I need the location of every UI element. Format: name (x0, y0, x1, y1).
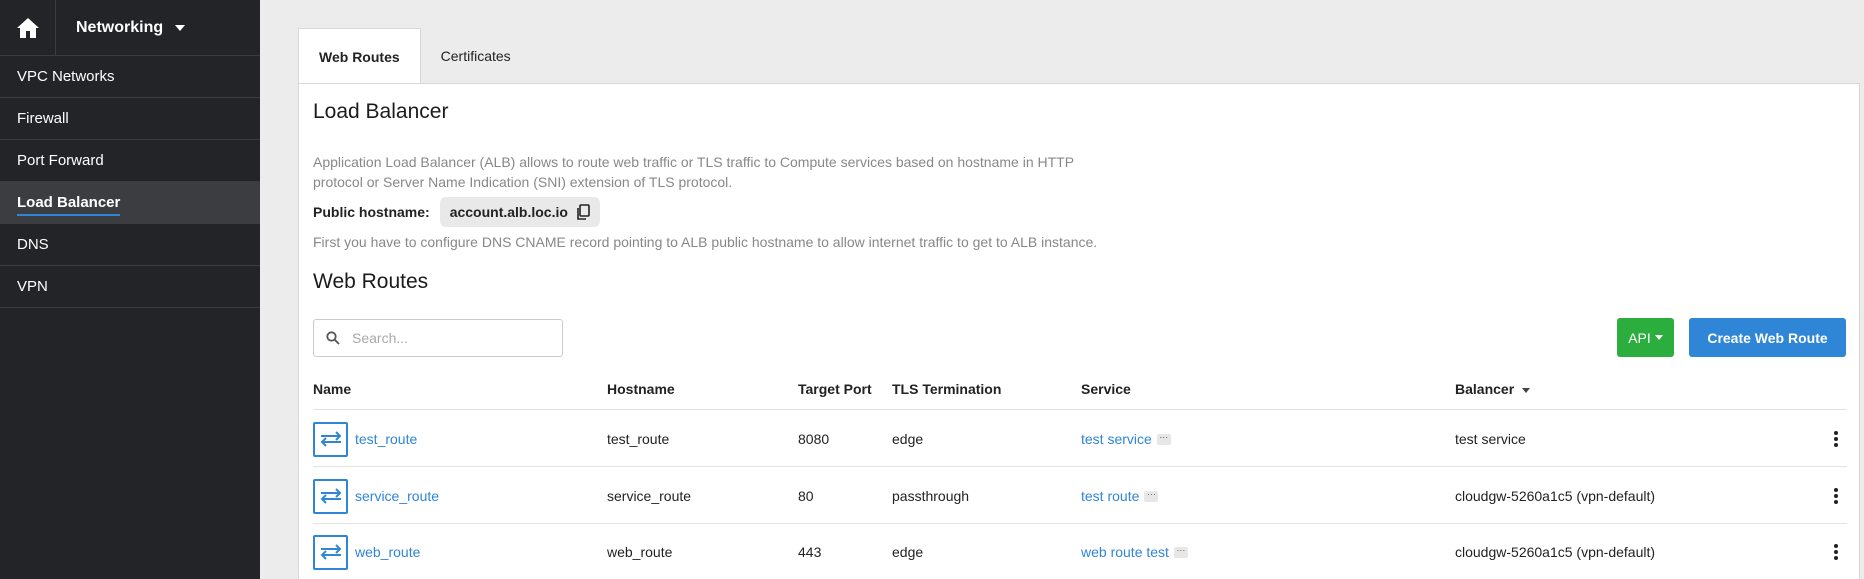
api-dropdown-button[interactable]: API (1617, 318, 1674, 357)
sidebar-item-firewall[interactable]: Firewall (0, 98, 260, 140)
search-box (313, 319, 563, 357)
more-services-chip[interactable]: ··· (1156, 432, 1171, 445)
sidebar-item-load-balancer[interactable]: Load Balancer (0, 182, 260, 224)
more-services-chip[interactable]: ··· (1144, 489, 1159, 502)
sidebar-item-label: VPC Networks (17, 68, 115, 85)
search-input[interactable] (352, 330, 542, 346)
route-name-link[interactable]: service_route (355, 488, 439, 504)
public-hostname-value: account.alb.loc.io (449, 204, 568, 220)
sidebar-item-dns[interactable]: DNS (0, 224, 260, 266)
home-button[interactable] (0, 0, 56, 56)
tls-termination-cell: edge (892, 544, 924, 560)
hostname-cell: web_route (607, 544, 673, 560)
route-name-link[interactable]: web_route (355, 544, 420, 560)
service-cell: web route test ··· (1081, 524, 1188, 579)
sort-desc-icon (1522, 387, 1531, 393)
sidebar-item-label: Firewall (17, 110, 69, 127)
tab-web-routes[interactable]: Web Routes (298, 28, 421, 84)
table-header: Name Hostname Target Port TLS Terminatio… (313, 368, 1847, 410)
row-actions-kebab-icon[interactable] (1829, 468, 1843, 524)
service-cell: test route ··· (1081, 468, 1159, 524)
service-cell: test service ··· (1081, 411, 1171, 467)
tab-certificates[interactable]: Certificates (421, 28, 531, 84)
sidebar-header: Networking (0, 0, 260, 56)
tls-termination-cell: edge (892, 431, 924, 447)
row-actions-kebab-icon[interactable] (1829, 524, 1843, 579)
table-row: web_route web_route 443 edge web route t… (313, 524, 1847, 579)
public-hostname-row: Public hostname: account.alb.loc.io (313, 196, 600, 228)
sidebar-item-label: VPN (17, 278, 48, 295)
balancer-cell: test service (1455, 431, 1526, 447)
column-header-target-port[interactable]: Target Port (798, 368, 872, 410)
web-route-icon (313, 478, 348, 514)
dns-hint: First you have to configure DNS CNAME re… (313, 234, 1098, 250)
name-cell: web_route (313, 524, 420, 579)
chevron-down-icon (1654, 335, 1663, 340)
hostname-cell: service_route (607, 488, 692, 504)
row-actions-kebab-icon[interactable] (1829, 411, 1843, 467)
section-title: Web Routes (313, 270, 429, 293)
table-row: service_route service_route 80 passthrou… (313, 468, 1847, 524)
column-header-balancer-label: Balancer (1455, 381, 1515, 397)
service-link[interactable]: test service (1081, 431, 1152, 447)
public-hostname-chip: account.alb.loc.io (439, 197, 600, 227)
more-services-chip[interactable]: ··· (1173, 545, 1188, 558)
web-route-icon (313, 421, 348, 457)
sidebar-item-vpc-networks[interactable]: VPC Networks (0, 56, 260, 98)
sidebar-item-port-forward[interactable]: Port Forward (0, 140, 260, 182)
page-title: Load Balancer (313, 100, 449, 123)
page-description: Application Load Balancer (ALB) allows t… (313, 154, 1074, 190)
chevron-down-icon (175, 24, 186, 31)
column-header-name[interactable]: Name (313, 368, 351, 410)
create-web-route-button[interactable]: Create Web Route (1689, 318, 1846, 357)
balancer-cell: cloudgw-5260a1c5 (vpn-default) (1455, 544, 1656, 560)
column-header-tls-termination[interactable]: TLS Termination (892, 368, 1001, 410)
balancer-cell: cloudgw-5260a1c5 (vpn-default) (1455, 488, 1656, 504)
column-header-hostname[interactable]: Hostname (607, 368, 675, 410)
section-selector[interactable]: Networking (56, 0, 260, 55)
web-route-icon (313, 534, 348, 570)
sidebar: Networking VPC Networks Firewall Port Fo… (0, 0, 260, 579)
sidebar-item-label: Load Balancer (17, 194, 121, 216)
target-port-cell: 443 (798, 544, 822, 560)
section-selector-label: Networking (76, 18, 164, 36)
column-header-service[interactable]: Service (1081, 368, 1131, 410)
public-hostname-label: Public hostname: (313, 204, 430, 220)
route-name-link[interactable]: test_route (355, 431, 417, 447)
copy-icon[interactable] (576, 204, 590, 220)
hostname-cell: test_route (607, 431, 670, 447)
column-header-balancer[interactable]: Balancer (1455, 368, 1531, 410)
name-cell: service_route (313, 468, 439, 524)
target-port-cell: 80 (798, 488, 814, 504)
home-icon (16, 18, 39, 38)
target-port-cell: 8080 (798, 431, 830, 447)
name-cell: test_route (313, 411, 417, 467)
tab-bar: Web Routes Certificates (298, 28, 531, 84)
search-icon (326, 331, 340, 345)
service-link[interactable]: web route test (1081, 544, 1169, 560)
tls-termination-cell: passthrough (892, 488, 970, 504)
table-row: test_route test_route 8080 edge test ser… (313, 411, 1847, 467)
sidebar-item-label: DNS (17, 236, 49, 253)
sidebar-item-label: Port Forward (17, 152, 104, 169)
service-link[interactable]: test route (1081, 488, 1139, 504)
sidebar-item-vpn[interactable]: VPN (0, 266, 260, 308)
main-panel: Load Balancer Application Load Balancer … (298, 83, 1860, 579)
api-button-label: API (1628, 329, 1651, 346)
